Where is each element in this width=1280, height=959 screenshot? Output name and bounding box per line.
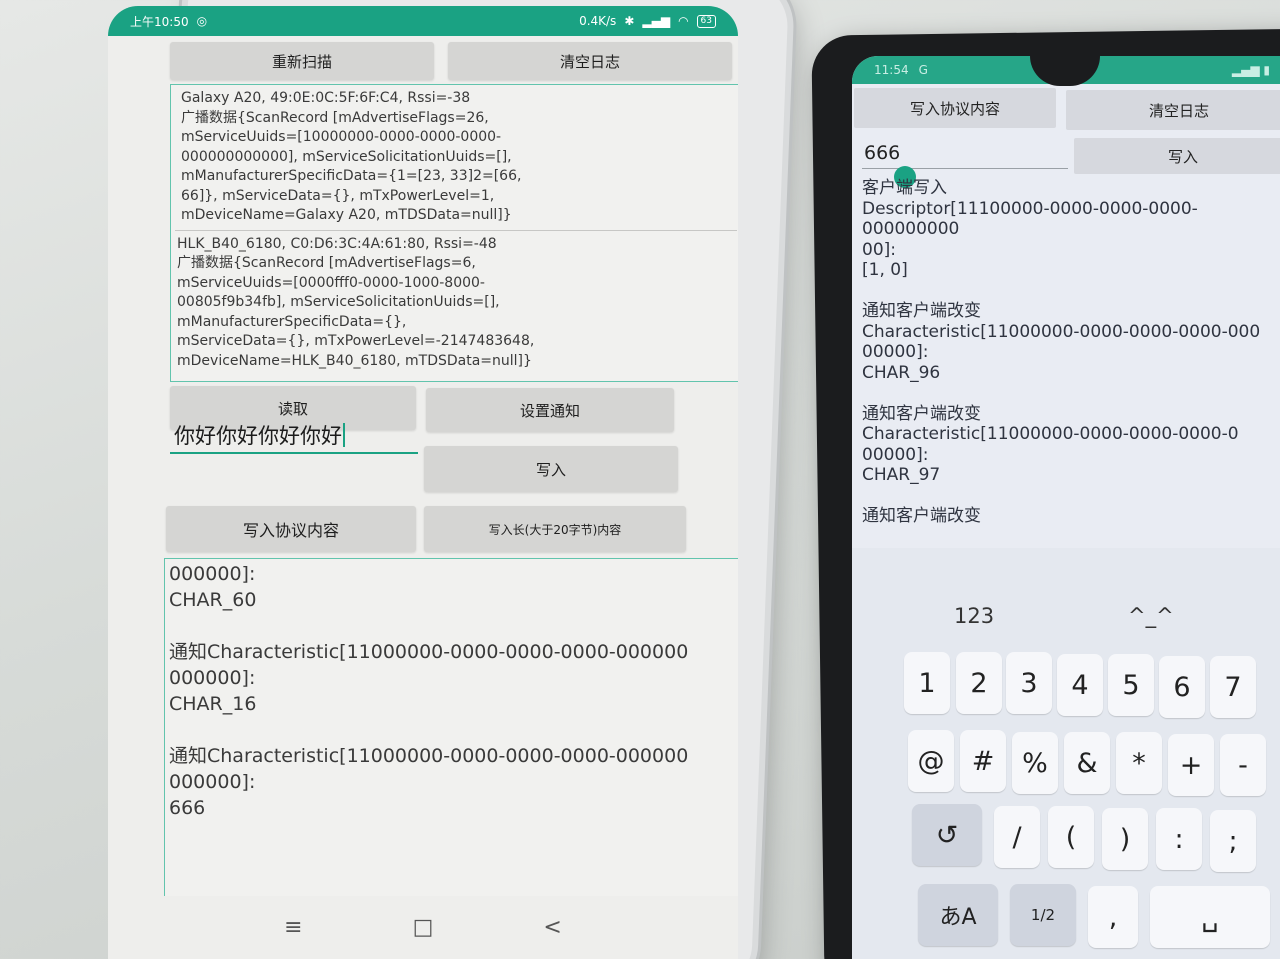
battery-icon: 63 <box>696 14 716 28</box>
menu-icon[interactable]: ≡ <box>284 915 302 940</box>
log-text: 000000]: CHAR_60 通知Characteristic[110000… <box>169 563 689 819</box>
back-icon[interactable]: < <box>543 915 561 940</box>
write-protocol-button[interactable]: 写入协议内容 <box>166 506 416 552</box>
key-at[interactable]: @ <box>908 730 954 792</box>
left-nav-bar: ≡ □ < <box>108 896 738 959</box>
key-ampersand[interactable]: & <box>1064 732 1110 794</box>
scan-results-list[interactable]: Galaxy A20, 49:0E:0C:5F:6F:C4, Rssi=-38 … <box>170 84 738 382</box>
key-slash[interactable]: / <box>994 806 1040 868</box>
key-colon[interactable]: : <box>1156 808 1202 870</box>
key-language-switch[interactable]: あA <box>918 884 998 946</box>
write-button[interactable]: 写入 <box>424 446 678 492</box>
key-hash[interactable]: # <box>960 730 1006 792</box>
write-input[interactable]: 你好你好你好你好 <box>170 418 418 454</box>
write-long-content-button[interactable]: 写入长(大于20字节)内容 <box>424 506 686 552</box>
right-phone-screen: 11:54 G ▂▄▆ ▮ 写入协议内容 清空日志 666 写入 客户端写入 D… <box>852 56 1280 959</box>
key-page-switch[interactable]: 1/2 <box>1010 884 1076 946</box>
key-1[interactable]: 1 <box>904 652 950 714</box>
keyboard-mode-label[interactable]: 123 <box>954 604 994 628</box>
key-plus[interactable]: + <box>1168 734 1214 796</box>
home-icon[interactable]: □ <box>413 915 434 940</box>
key-minus[interactable]: - <box>1220 734 1266 796</box>
key-left-paren[interactable]: ( <box>1048 806 1094 868</box>
rescan-button[interactable]: 重新扫描 <box>170 42 434 80</box>
right-status-time: 11:54 <box>874 63 909 77</box>
text-cursor <box>343 423 345 447</box>
wifi-icon: ◠ <box>678 14 689 28</box>
key-7[interactable]: 7 <box>1210 656 1256 718</box>
soft-keyboard: 123 ^_^ 1 2 3 4 5 6 7 @ # % & * + - ↺ / … <box>852 548 1280 959</box>
right-clear-log-button[interactable]: 清空日志 <box>1066 90 1280 130</box>
key-right-paren[interactable]: ) <box>1102 808 1148 870</box>
left-phone-screen: 上午10:50 ◎ 0.4K/s ✱ ▂▄▆ ◠ 63 重新扫描 清空日志 Ga… <box>108 6 738 959</box>
set-notify-button[interactable]: 设置通知 <box>426 388 674 432</box>
right-write-input[interactable]: 666 <box>862 138 1068 169</box>
space-key[interactable]: ␣ <box>1150 886 1270 948</box>
left-status-bar: 上午10:50 ◎ 0.4K/s ✱ ▂▄▆ ◠ 63 <box>108 6 738 36</box>
right-log-text: 客户端写入 Descriptor[11100000-0000-0000-0000… <box>862 178 1261 526</box>
notification-icon: ◎ <box>196 14 208 28</box>
key-3[interactable]: 3 <box>1006 652 1052 714</box>
clear-log-button[interactable]: 清空日志 <box>448 42 732 80</box>
network-icon: G <box>918 63 928 77</box>
right-write-protocol-button[interactable]: 写入协议内容 <box>854 88 1056 128</box>
left-status-speed: 0.4K/s <box>579 14 617 28</box>
left-status-time: 上午10:50 <box>130 14 189 29</box>
emoticon-icon[interactable]: ^_^ <box>1128 604 1174 628</box>
key-asterisk[interactable]: * <box>1116 732 1162 794</box>
signal-icon: ▂▄▆ <box>642 14 671 28</box>
key-2[interactable]: 2 <box>956 652 1002 714</box>
scan-result-item[interactable]: Galaxy A20, 49:0E:0C:5F:6F:C4, Rssi=-38 … <box>171 85 738 230</box>
key-6[interactable]: 6 <box>1159 656 1205 718</box>
right-signal-icon: ▂▄▆ ▮ <box>1231 63 1270 77</box>
key-4[interactable]: 4 <box>1057 654 1103 716</box>
log-panel[interactable]: 000000]: CHAR_60 通知Characteristic[110000… <box>164 558 738 906</box>
key-semicolon[interactable]: ; <box>1210 810 1256 872</box>
bluetooth-icon: ✱ <box>624 14 635 28</box>
key-comma[interactable]: , <box>1088 886 1138 948</box>
write-input-text: 你好你好你好你好 <box>174 424 342 448</box>
right-write-button[interactable]: 写入 <box>1074 138 1280 174</box>
key-5[interactable]: 5 <box>1108 654 1154 716</box>
key-percent[interactable]: % <box>1012 732 1058 794</box>
scan-result-item[interactable]: HLK_B40_6180, C0:D6:3C:4A:61:80, Rssi=-4… <box>171 231 738 376</box>
undo-icon[interactable]: ↺ <box>912 804 982 866</box>
